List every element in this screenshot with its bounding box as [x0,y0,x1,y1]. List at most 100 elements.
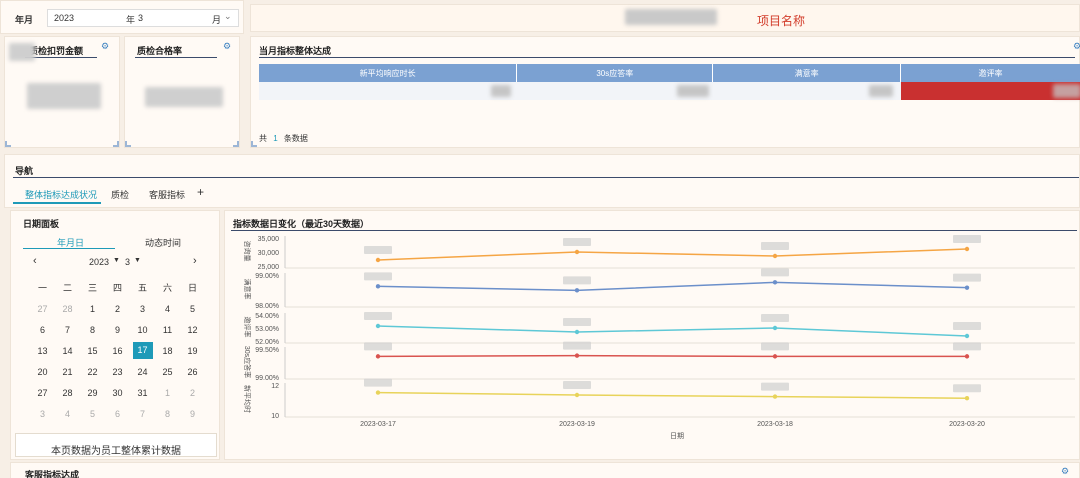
kpi-fine-label: 质检扣罚金额 [29,46,84,56]
calendar-day[interactable]: 24 [130,361,155,382]
calendar-day[interactable]: 5 [180,298,205,319]
data-label-redacted [364,378,392,387]
calendar-day[interactable]: 4 [55,403,80,424]
series-line [377,281,968,292]
y-axis-label: 邀评率 [243,317,252,338]
note-text: 本页数据为员工整体累计数据 [51,446,181,457]
calendar-day[interactable]: 23 [105,361,130,382]
nav-title: 导航 [15,166,34,176]
data-label-redacted [953,384,981,393]
calendar-day[interactable]: 21 [55,361,80,382]
data-point [574,288,580,293]
calendar-day[interactable]: 6 [105,403,130,424]
year-month-label: 年月 [15,15,34,25]
weekday-label: 四 [112,283,122,293]
nav-panel: 导航 整体指标达成状况 质检 客服指标 + [4,154,1080,208]
calendar-day[interactable]: 27 [30,298,55,319]
tab-dynamic[interactable]: 动态时间 [145,236,181,249]
data-point [375,390,381,395]
tab-overall[interactable]: 整体指标达成状况 [25,188,97,201]
calendar-day[interactable]: 28 [55,298,80,319]
year-select[interactable]: 2023 [89,257,109,267]
calendar-day[interactable]: 14 [55,340,80,361]
calendar-day[interactable]: 9 [180,403,205,424]
calendar-grid: 一二三四五六日 27 28 1 2 3 4 5 6 7 8 9 10 11 12 13 14 15 16 17 18 19… [30,277,205,424]
calendar-day[interactable]: 29 [80,382,105,403]
col-header-30s[interactable]: 30s应答率 [516,64,714,82]
calendar-day[interactable]: 30 [105,382,130,403]
y-axis-label: 30s应答率 [243,346,252,378]
calendar-day[interactable]: 2 [105,298,130,319]
series-line [377,391,968,399]
calendar-day[interactable]: 8 [155,403,180,424]
data-label-redacted [953,273,981,282]
col-header-invite[interactable]: 邀评率 [900,64,1080,82]
calendar-day[interactable]: 4 [155,298,180,319]
next-month-icon[interactable]: › [193,255,197,267]
prev-month-icon[interactable]: ‹ [33,255,37,267]
filter-icon[interactable]: ⚙ [101,41,109,52]
month-select[interactable]: 3 [125,257,130,267]
data-point [964,333,970,339]
calendar-day[interactable]: 13 [30,340,55,361]
calendar-day[interactable]: 12 [180,319,205,340]
data-point [772,354,778,359]
tab-qc[interactable]: 质检 [111,188,129,201]
date-picker[interactable]: 2023 年 3 月 ⌄ [47,9,239,27]
calendar-day[interactable]: 6 [30,319,55,340]
calendar-day[interactable]: 9 [105,319,130,340]
calendar-day[interactable]: 2 [180,382,205,403]
calendar-day[interactable]: 5 [80,403,105,424]
monthly-panel: 当月指标整体达成 ⚙ 新平均响应时长 30s应答率 满意率 邀评率 共 1 条数… [250,36,1080,148]
calendar-day[interactable]: 8 [80,319,105,340]
calendar-day[interactable]: 31 [130,382,155,403]
calendar-day[interactable]: 1 [80,298,105,319]
data-label-redacted [563,381,591,389]
bottom-title: 客服指标达成 [25,470,80,478]
calendar-day[interactable]: 10 [130,319,155,340]
calendar-day[interactable]: 25 [155,361,180,382]
filter-icon[interactable]: ⚙ [1073,41,1080,52]
weekday-label: 三 [87,283,97,293]
calendar-day[interactable]: 1 [155,382,180,403]
calendar-day[interactable]: 16 [105,340,130,361]
monthly-table: 新平均响应时长 30s应答率 满意率 邀评率 [259,64,1080,100]
line-chart: 咨询量35,00030,00025,000满意率99.00%98.00%邀评率 5… [243,235,1075,440]
calendar-day[interactable]: 3 [130,298,155,319]
y-tick-label: 54.00% [255,313,279,320]
calendar-day[interactable]: 28 [55,382,80,403]
caret-down-icon: ▼ [113,257,120,264]
filter-icon[interactable]: ⚙ [1061,466,1069,477]
calendar-day[interactable]: 20 [30,361,55,382]
tab-cs[interactable]: 客服指标 [149,188,185,201]
calendar-day[interactable]: 18 [155,340,180,361]
data-point [964,285,970,290]
filter-icon[interactable]: ⚙ [223,41,231,52]
kpi-pass-card: 质检合格率 ⚙ [124,36,240,148]
data-label-redacted [563,276,591,285]
y-tick-label: 35,000 [258,236,280,243]
table-row [259,82,1080,100]
data-point [574,249,580,255]
calendar-day[interactable]: 11 [155,319,180,340]
project-title: 项目名称 [757,14,806,28]
col-header-response[interactable]: 新平均响应时长 [259,64,518,82]
y-tick-label: 25,000 [258,264,280,271]
calendar-day[interactable]: 22 [80,361,105,382]
calendar-day[interactable]: 19 [180,340,205,361]
calendar-day[interactable]: 7 [130,403,155,424]
month-value: 3 [138,13,144,23]
y-tick-label: 99.50% [255,347,279,354]
weekday-label: 六 [162,283,172,293]
col-header-satisfaction[interactable]: 满意率 [712,64,902,82]
calendar-day[interactable]: 26 [180,361,205,382]
calendar-day[interactable]: 7 [55,319,80,340]
year-value: 2023 [54,13,75,23]
calendar-day[interactable]: 27 [30,382,55,403]
add-tab-button[interactable]: + [197,185,204,199]
calendar-day[interactable]: 3 [30,403,55,424]
chart-panel: 指标数据日变化（最近30天数据） 咨询量 35,000 30,000 25,000 满意… [224,210,1080,460]
calendar-day[interactable]: 15 [80,340,105,361]
data-point [964,246,970,252]
calendar-day[interactable]: 17 [130,340,155,361]
